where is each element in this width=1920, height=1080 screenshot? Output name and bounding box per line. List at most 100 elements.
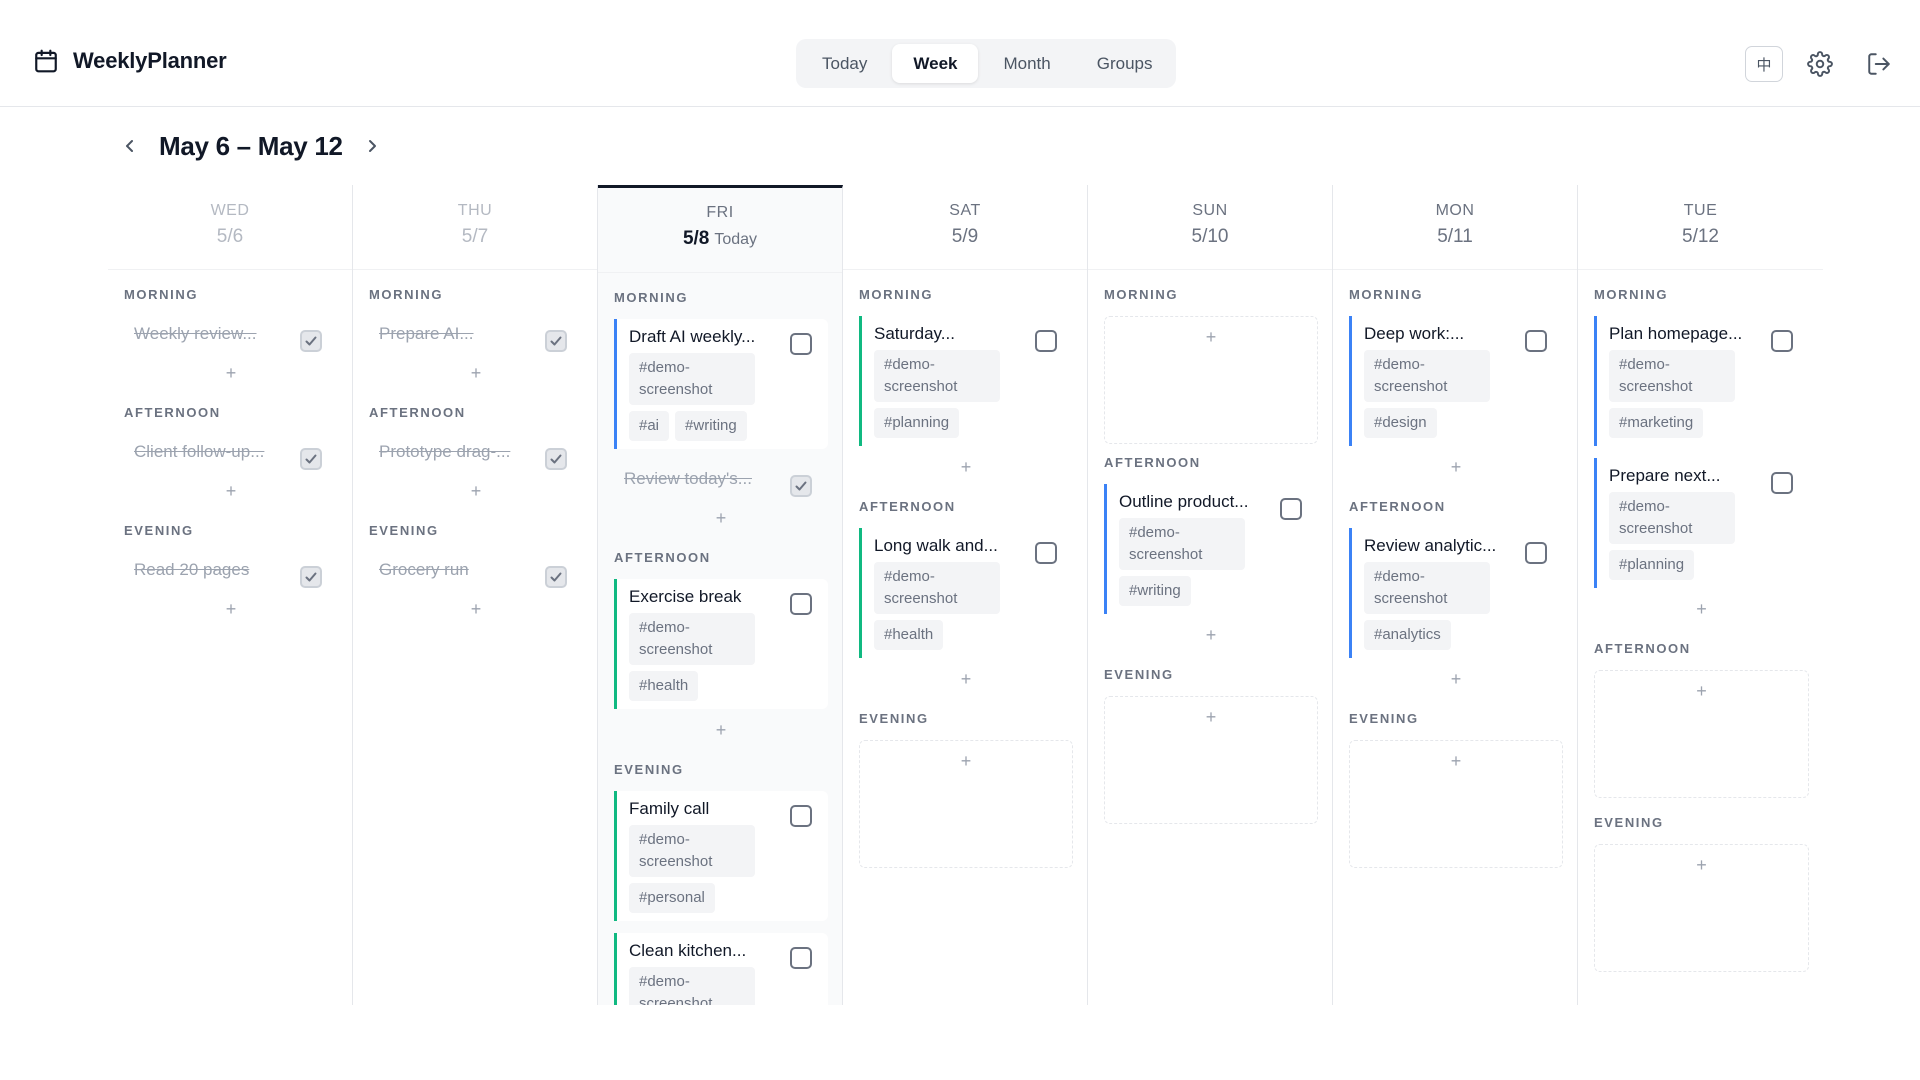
task-card[interactable]: Long walk and... #demo-screenshot #health [859,528,1073,658]
task-card[interactable]: Client follow-up... [124,434,338,470]
tab-month[interactable]: Month [982,44,1071,83]
day-body: MORNING Draft AI weekly... #demo-screensho… [598,289,842,1005]
period-label-evening: EVENING [369,523,439,538]
task-title: Draft AI weekly... [629,327,756,346]
task-card[interactable]: Review analytic... #demo-screenshot #analy… [1349,528,1563,658]
check-icon [550,336,562,346]
task-checkbox[interactable] [545,566,567,588]
add-task-button[interactable]: + [859,658,1073,700]
task-checkbox[interactable] [1525,542,1547,564]
brand[interactable]: WeeklyPlanner [33,48,227,74]
add-task-button[interactable]: + [1104,614,1318,656]
task-tag: #demo-screenshot [1609,492,1735,544]
task-title: Prepare next... [1609,466,1721,485]
check-icon [795,481,807,491]
task-card[interactable]: Outline product... #demo-screenshot #writi… [1104,484,1318,614]
add-task-button[interactable]: + [369,470,583,512]
day-header: SUN 5/10 [1088,185,1332,270]
empty-slot-add[interactable]: + [1104,696,1318,824]
add-task-button[interactable]: + [124,352,338,394]
add-task-button[interactable]: + [124,588,338,630]
task-checkbox[interactable] [790,333,812,355]
today-label: Today [714,231,758,248]
add-task-button[interactable]: + [1349,446,1563,488]
empty-slot-add[interactable]: + [1594,844,1809,972]
chevron-left-icon [126,140,133,152]
task-tag: #demo-screenshot [1119,518,1245,570]
task-checkbox[interactable] [1035,330,1057,352]
task-card[interactable]: Exercise break #demo-screenshot #health [614,579,828,709]
empty-slot-add[interactable]: + [1594,670,1809,798]
task-checkbox[interactable] [1035,542,1057,564]
task-card[interactable]: Prepare next... #demo-screenshot #planning [1594,458,1809,588]
day-body: MORNING Weekly review... + AFTERNOON Client … [108,286,352,630]
task-checkbox[interactable] [1771,472,1793,494]
add-task-button[interactable]: + [1349,658,1563,700]
day-date-number: 5/7 [461,226,489,247]
add-task-button[interactable]: + [859,446,1073,488]
task-card[interactable]: Weekly review... [124,316,338,352]
logout-button[interactable] [1860,46,1898,82]
language-toggle-button[interactable]: 中 [1745,46,1783,82]
add-task-button[interactable]: + [1594,588,1809,630]
task-checkbox[interactable] [790,805,812,827]
empty-slot-add[interactable]: + [1349,740,1563,868]
add-task-button[interactable]: + [369,588,583,630]
day-date: 5/11 [1333,226,1577,248]
day-date-number: 5/11 [1437,226,1473,247]
task-card[interactable]: Deep work:... #demo-screenshot #design [1349,316,1563,446]
task-card[interactable]: Grocery run [369,552,583,588]
tab-today[interactable]: Today [801,44,888,83]
tab-groups[interactable]: Groups [1076,44,1174,83]
task-tag: #demo-screenshot [874,350,1000,402]
task-title: Outline product... [1119,492,1249,511]
add-task-button[interactable]: + [369,352,583,394]
task-checkbox[interactable] [790,475,812,497]
settings-button[interactable] [1801,46,1839,82]
task-checkbox[interactable] [790,593,812,615]
task-checkbox[interactable] [1771,330,1793,352]
next-week-button[interactable] [357,128,387,164]
day-body: MORNING Prepare AI... + AFTERNOON Prototype … [353,286,597,630]
task-checkbox[interactable] [790,947,812,969]
task-tag: #demo-screenshot [629,967,755,1005]
check-icon [305,572,317,582]
task-card[interactable]: Clean kitchen... #demo-screenshot [614,933,828,1005]
task-card[interactable]: Plan homepage... #demo-screenshot #marketi… [1594,316,1809,446]
task-title: Clean kitchen... [629,941,747,960]
period-label-morning: MORNING [859,287,934,302]
day-column-fri: FRI 5/8 Today MORNING Draft AI weekly... #dem… [598,185,843,1005]
task-tags: #demo-screenshot #ai #writing [629,353,784,441]
task-card[interactable]: Review today's... [614,461,828,497]
task-checkbox[interactable] [1280,498,1302,520]
week-grid: WED 5/6 MORNING Weekly review... + AFTERNOON C… [108,185,1828,1005]
task-checkbox[interactable] [1525,330,1547,352]
period-label-evening: EVENING [614,762,684,777]
task-checkbox[interactable] [545,330,567,352]
task-card[interactable]: Saturday... #demo-screenshot #planning [859,316,1073,446]
prev-week-button[interactable] [115,128,145,164]
task-checkbox[interactable] [300,448,322,470]
task-card[interactable]: Prototype drag-... [369,434,583,470]
task-tag: #demo-screenshot [1609,350,1735,402]
tab-week[interactable]: Week [892,44,979,83]
period-label-morning: MORNING [1594,287,1669,302]
app-name: WeeklyPlanner [73,48,227,73]
empty-slot-add[interactable]: + [1104,316,1318,444]
task-tags: #demo-screenshot #writing [1119,518,1274,606]
empty-slot-add[interactable]: + [859,740,1073,868]
task-checkbox[interactable] [300,566,322,588]
add-task-button[interactable]: + [614,497,828,539]
add-task-button[interactable]: + [124,470,338,512]
add-task-button[interactable]: + [614,709,828,751]
task-checkbox[interactable] [545,448,567,470]
task-tag: #demo-screenshot [629,825,755,877]
task-checkbox[interactable] [300,330,322,352]
period-label-afternoon: AFTERNOON [614,550,711,565]
task-card[interactable]: Draft AI weekly... #demo-screenshot #ai #wr… [614,319,828,449]
task-title: Deep work:... [1364,324,1465,343]
task-card[interactable]: Family call #demo-screenshot #personal [614,791,828,921]
task-card[interactable]: Read 20 pages [124,552,338,588]
task-card[interactable]: Prepare AI... [369,316,583,352]
task-tags: #demo-screenshot #analytics [1364,562,1519,650]
